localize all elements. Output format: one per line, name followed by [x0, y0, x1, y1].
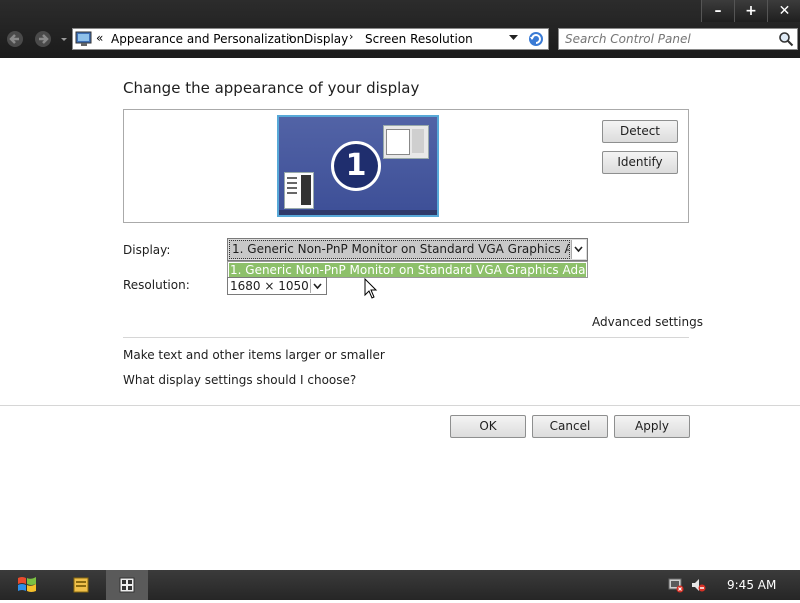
breadcrumb-appearance[interactable]: Appearance and Personalization	[111, 32, 304, 46]
taskbar-thumbnail	[279, 210, 437, 215]
resolution-select[interactable]: 1680 × 1050	[227, 277, 327, 295]
network-icon[interactable]	[668, 577, 684, 593]
detect-button[interactable]: Detect	[602, 120, 678, 143]
forward-arrow-icon[interactable]	[33, 30, 53, 48]
mouse-cursor-icon	[364, 278, 378, 299]
identify-button[interactable]: Identify	[602, 151, 678, 174]
display-select[interactable]: 1. Generic Non-PnP Monitor on Standard V…	[227, 238, 588, 261]
cancel-button[interactable]: Cancel	[532, 415, 608, 438]
recent-pages-chevron-icon[interactable]	[60, 30, 68, 48]
back-arrow-icon[interactable]	[5, 30, 25, 48]
search-input[interactable]	[565, 32, 775, 46]
display-dropdown-list: 1. Generic Non-PnP Monitor on Standard V…	[227, 261, 588, 278]
address-bar[interactable]: « Appearance and Personalization › Displ…	[72, 28, 549, 50]
ok-button[interactable]: OK	[450, 415, 526, 438]
maximize-button[interactable]: +	[734, 0, 767, 22]
breadcrumb-overflow[interactable]: «	[96, 31, 103, 45]
folder-icon	[73, 577, 89, 593]
text-size-link[interactable]: Make text and other items larger or smal…	[123, 348, 385, 362]
search-icon[interactable]	[778, 31, 794, 47]
apply-button[interactable]: Apply	[614, 415, 690, 438]
search-box[interactable]	[558, 28, 798, 50]
taskbar-control-panel-button[interactable]	[106, 570, 148, 600]
monitor-arrangement-panel: 1 Detect Identify	[123, 109, 689, 223]
page-title: Change the appearance of your display	[123, 79, 420, 97]
control-panel-icon	[75, 31, 92, 46]
display-help-link[interactable]: What display settings should I choose?	[123, 373, 356, 387]
footer-divider	[0, 405, 800, 406]
chevron-down-icon	[574, 246, 583, 253]
control-panel-icon	[119, 577, 135, 593]
section-divider	[123, 337, 689, 338]
windows-start-icon[interactable]	[16, 574, 38, 596]
breadcrumb-separator[interactable]: ›	[288, 30, 292, 43]
monitor-1-thumbnail[interactable]: 1	[277, 115, 439, 217]
minimize-button[interactable]: –	[701, 0, 734, 22]
resolution-label: Resolution:	[123, 278, 190, 292]
chevron-down-icon[interactable]	[509, 35, 518, 41]
desktop-window-thumbnail	[383, 125, 429, 159]
taskbar-clock[interactable]: 9:45 AM	[727, 578, 776, 592]
breadcrumb-screen-resolution[interactable]: Screen Resolution	[365, 32, 473, 46]
window-titlebar: – + ✕ « Appearance and Personalization ›…	[0, 0, 800, 58]
monitor-number-badge: 1	[331, 141, 381, 191]
start-menu-thumbnail	[284, 172, 314, 209]
taskbar: 9:45 AM	[0, 570, 800, 600]
breadcrumb-separator[interactable]: ›	[349, 30, 353, 43]
display-dropdown-button[interactable]	[571, 240, 586, 259]
refresh-icon[interactable]	[525, 29, 547, 49]
close-button[interactable]: ✕	[767, 0, 800, 22]
taskbar-explorer-button[interactable]	[67, 570, 95, 600]
display-label: Display:	[123, 243, 171, 257]
advanced-settings-link[interactable]: Advanced settings	[592, 315, 703, 329]
chevron-down-icon	[313, 283, 322, 290]
monitor-number: 1	[334, 144, 378, 188]
display-select-value: 1. Generic Non-PnP Monitor on Standard V…	[229, 240, 570, 259]
resolution-select-value: 1680 × 1050	[230, 279, 309, 293]
resolution-dropdown-button[interactable]	[310, 279, 325, 293]
breadcrumb-display[interactable]: Display	[304, 32, 348, 46]
volume-muted-icon[interactable]	[690, 577, 706, 593]
display-option[interactable]: 1. Generic Non-PnP Monitor on Standard V…	[229, 263, 586, 277]
